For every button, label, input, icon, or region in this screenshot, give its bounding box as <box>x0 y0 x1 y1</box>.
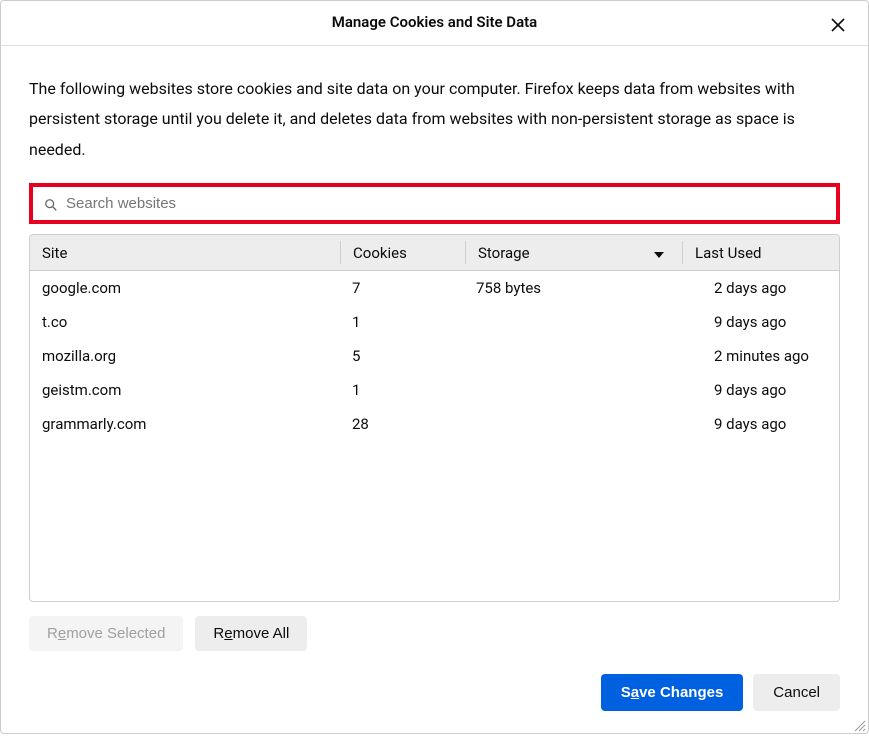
cancel-button[interactable]: Cancel <box>753 674 840 711</box>
cell-last-used: 9 days ago <box>680 415 839 433</box>
cell-cookies: 5 <box>340 347 464 365</box>
cell-site: grammarly.com <box>30 415 340 433</box>
close-icon <box>830 17 846 37</box>
resize-grip-icon[interactable] <box>852 717 866 731</box>
table-row[interactable]: grammarly.com28 9 days ago <box>30 407 839 441</box>
remove-button-row: Remove Selected Remove All <box>29 616 840 651</box>
cell-last-used: 2 days ago <box>680 279 839 297</box>
dialog-title: Manage Cookies and Site Data <box>332 13 537 31</box>
dialog-header: Manage Cookies and Site Data <box>1 1 868 46</box>
column-header-storage[interactable]: Storage <box>466 235 682 270</box>
table-row[interactable]: t.co1 9 days ago <box>30 305 839 339</box>
column-header-last-used[interactable]: Last Used <box>683 235 839 270</box>
search-highlight-box <box>29 183 840 224</box>
cell-site: google.com <box>30 279 340 297</box>
dialog-description: The following websites store cookies and… <box>29 74 840 165</box>
table-row[interactable]: mozilla.org5 2 minutes ago <box>30 339 839 373</box>
cell-last-used: 9 days ago <box>680 313 839 331</box>
cell-site: mozilla.org <box>30 347 340 365</box>
dialog-body: The following websites store cookies and… <box>1 46 868 656</box>
sort-descending-icon <box>654 244 664 262</box>
cell-site: t.co <box>30 313 340 331</box>
cell-storage: 758 bytes <box>464 279 680 297</box>
dialog-footer: Save Changes Cancel <box>1 656 868 733</box>
cell-cookies: 28 <box>340 415 464 433</box>
cell-cookies: 1 <box>340 381 464 399</box>
table-body: google.com7758 bytes2 days agot.co19 day… <box>30 271 839 441</box>
column-header-site[interactable]: Site <box>30 235 340 270</box>
save-changes-button[interactable]: Save Changes <box>601 674 744 711</box>
remove-selected-button[interactable]: Remove Selected <box>29 616 183 651</box>
search-field-wrapper[interactable] <box>34 188 835 219</box>
search-input[interactable] <box>66 195 825 212</box>
search-icon <box>44 197 58 211</box>
cell-last-used: 9 days ago <box>680 381 839 399</box>
column-header-cookies[interactable]: Cookies <box>341 235 465 270</box>
remove-all-button[interactable]: Remove All <box>195 616 307 651</box>
cell-cookies: 7 <box>340 279 464 297</box>
cell-last-used: 2 minutes ago <box>680 347 839 365</box>
cell-cookies: 1 <box>340 313 464 331</box>
sites-table: Site Cookies Storage Last Used google.co… <box>29 234 840 602</box>
close-button[interactable] <box>826 15 850 39</box>
table-row[interactable]: google.com7758 bytes2 days ago <box>30 271 839 305</box>
manage-cookies-dialog: Manage Cookies and Site Data The followi… <box>0 0 869 734</box>
table-header-row: Site Cookies Storage Last Used <box>30 235 839 271</box>
table-row[interactable]: geistm.com1 9 days ago <box>30 373 839 407</box>
cell-site: geistm.com <box>30 381 340 399</box>
